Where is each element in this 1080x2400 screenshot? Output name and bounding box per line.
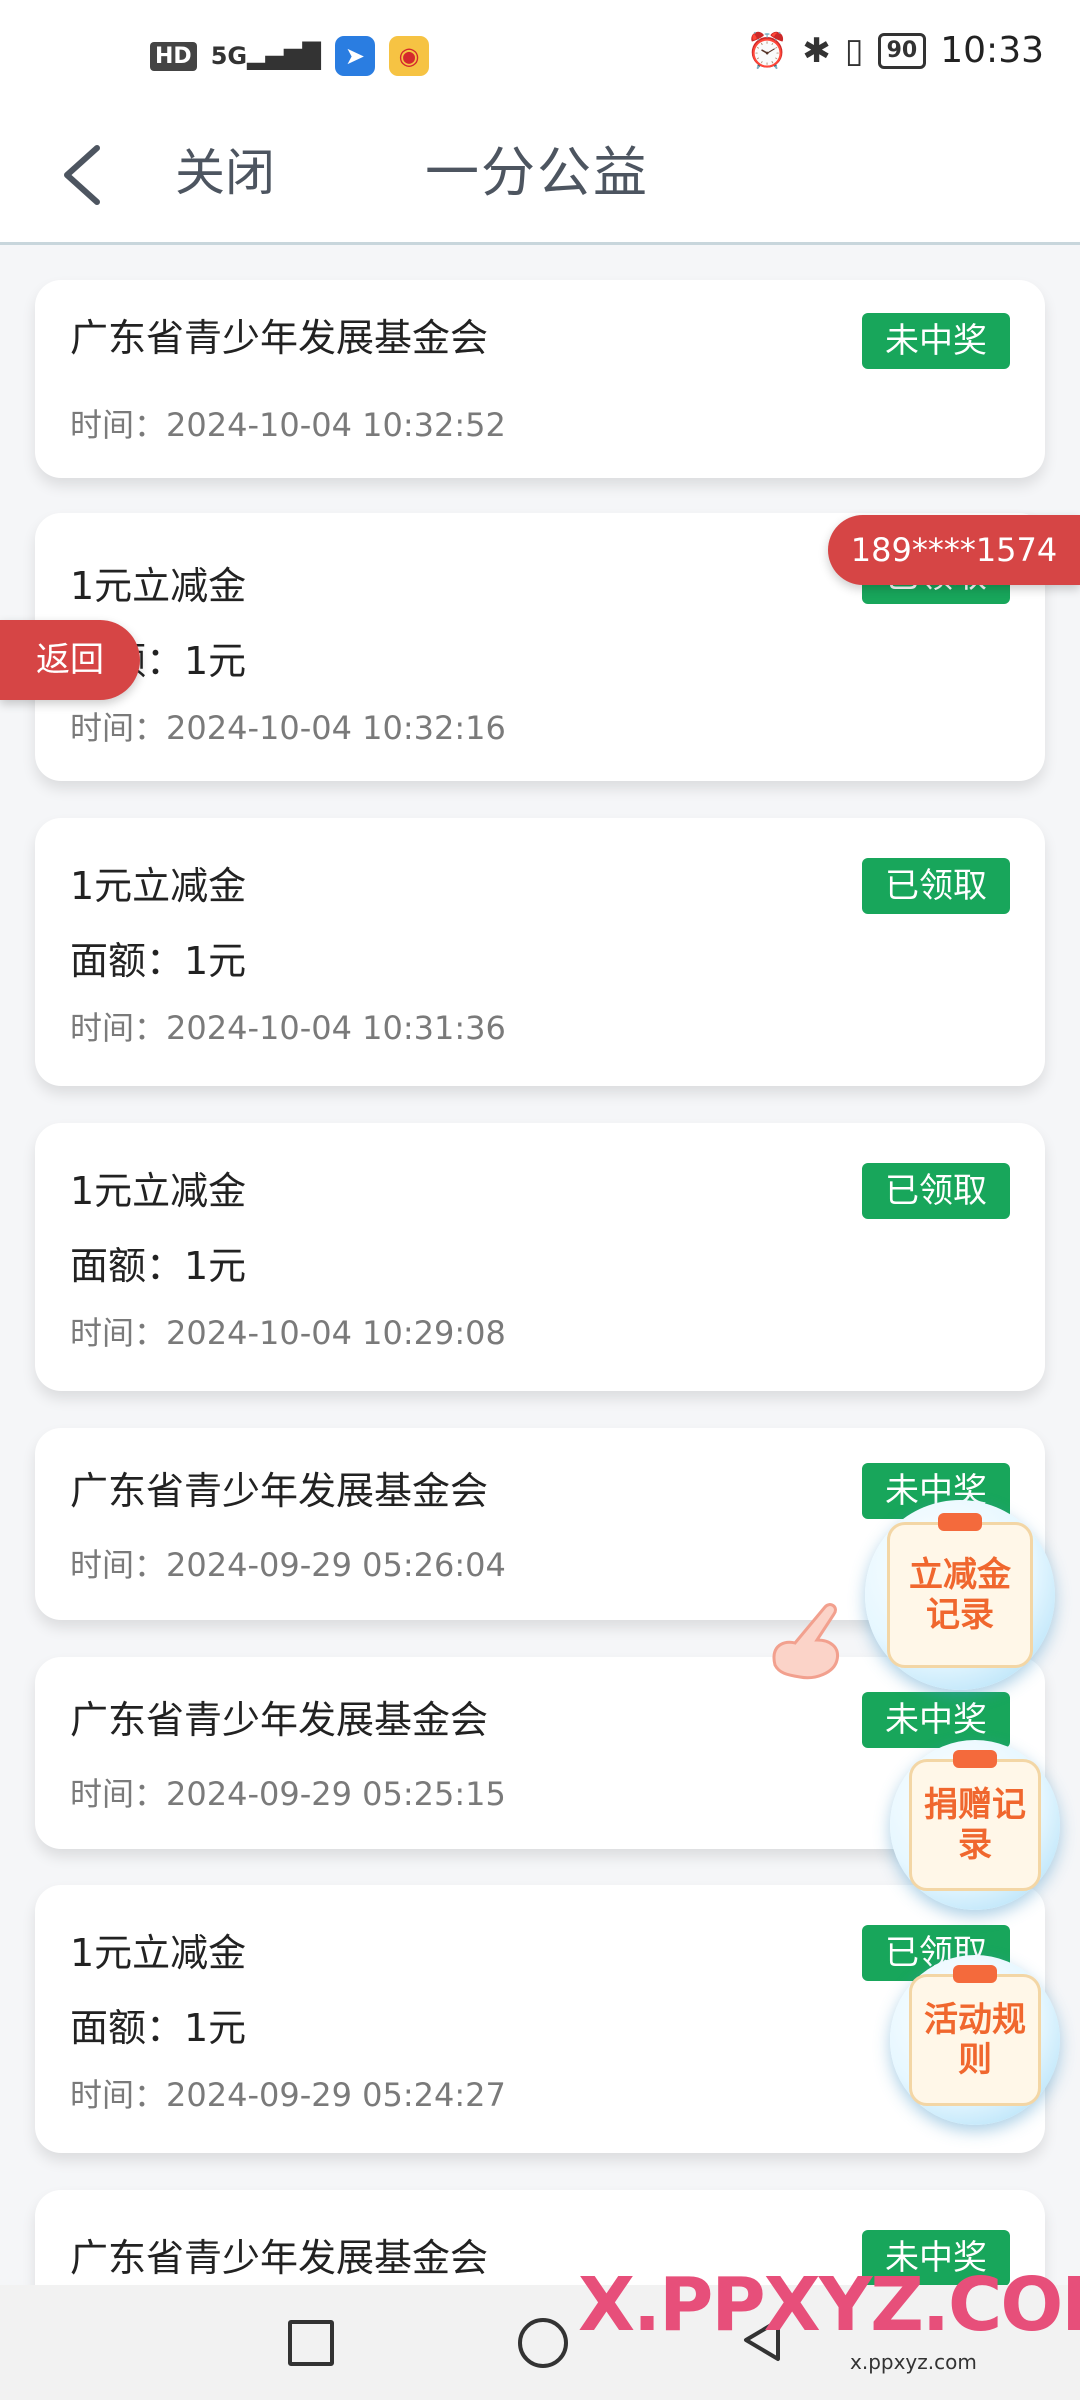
record-amount: 面额：1元 [70,939,247,983]
watermark-logo: X.PPXYZ.COM [578,2262,1080,2348]
home-icon[interactable] [518,2318,568,2368]
record-amount: 面额：1元 [70,2006,247,2050]
record-title: 1元立减金 [70,564,247,608]
float-button-label: 活动规则 [923,1999,1026,2080]
record-title: 广东省青少年发展基金会 [70,316,489,360]
bluetooth-icon: ✱ [802,30,831,71]
record-time: 时间：2024-09-29 05:25:15 [70,1775,506,1813]
recent-apps-icon[interactable] [288,2320,334,2366]
phone-number-tag[interactable]: 189****1574 [828,515,1080,585]
record-card[interactable]: 1元立减金 面额：1元 时间：2024-10-04 10:29:08 已领取 [35,1123,1045,1391]
clipboard-clip-icon [952,1750,997,1769]
record-time: 时间：2024-09-29 05:24:27 [70,2076,506,2114]
alarm-icon: ⏰ [746,30,789,71]
record-title: 1元立减金 [70,1931,247,1975]
clipboard-clip-icon [952,1965,997,1984]
return-button[interactable]: 返回 [0,620,140,700]
record-title: 1元立减金 [70,1169,247,1213]
record-title: 1元立减金 [70,864,247,908]
status-left: HD 5G▂▄▆█ ➤ ◉ [150,36,429,76]
app-notification-icon: ➤ [334,36,375,76]
donation-record-button[interactable]: 捐赠记录 [890,1740,1060,1910]
clock: 10:33 [940,30,1044,71]
record-time: 时间：2024-10-04 10:32:52 [70,406,506,444]
record-time: 时间：2024-10-04 10:29:08 [70,1314,506,1352]
status-badge: 已领取 [862,1163,1010,1219]
record-title: 广东省青少年发展基金会 [70,1469,489,1513]
page-title: 一分公益 [425,141,649,204]
signal-icon: 5G▂▄▆█ [210,42,321,70]
back-arrow-icon[interactable] [55,140,115,210]
close-button[interactable]: 关闭 [175,138,275,208]
status-bar: HD 5G▂▄▆█ ➤ ◉ ⏰ ✱ ▯ 90 10:33 [0,0,1080,110]
record-card[interactable]: 1元立减金 面额：1元 时间：2024-10-04 10:31:36 已领取 [35,818,1045,1086]
weibo-icon: ◉ [388,36,429,76]
coupon-record-button[interactable]: 立减金记录 [865,1500,1055,1690]
app-header: 关闭 一分公益 [0,110,1080,245]
float-button-label: 立减金记录 [909,1555,1011,1635]
status-badge: 未中奖 [862,313,1010,369]
activity-rules-button[interactable]: 活动规则 [890,1955,1060,2125]
record-title: 广东省青少年发展基金会 [70,1698,489,1742]
pointing-hand-icon [772,1603,840,1680]
coupon-record-icon: 立减金记录 [886,1512,1034,1669]
clipboard-clip-icon [938,1512,982,1531]
float-button-label: 捐赠记录 [923,1784,1026,1865]
battery-icon: 90 [877,32,927,69]
status-badge: 未中奖 [862,1692,1010,1748]
status-right: ⏰ ✱ ▯ 90 10:33 [746,30,1044,71]
record-title: 广东省青少年发展基金会 [70,2236,489,2280]
record-time: 时间：2024-10-04 10:32:16 [70,709,506,747]
record-card[interactable]: 广东省青少年发展基金会 时间：2024-10-04 10:32:52 未中奖 [35,280,1045,478]
record-time: 时间：2024-09-29 05:26:04 [70,1546,506,1584]
vibrate-icon: ▯ [844,30,864,71]
hd-indicator: HD [150,41,197,71]
donation-record-icon: 捐赠记录 [909,1750,1041,1891]
status-badge: 已领取 [862,858,1010,914]
record-amount: 面额：1元 [70,1244,247,1288]
record-time: 时间：2024-10-04 10:31:36 [70,1009,506,1047]
activity-rules-icon: 活动规则 [909,1965,1041,2106]
watermark-url: x.ppxyz.com [850,2350,977,2374]
